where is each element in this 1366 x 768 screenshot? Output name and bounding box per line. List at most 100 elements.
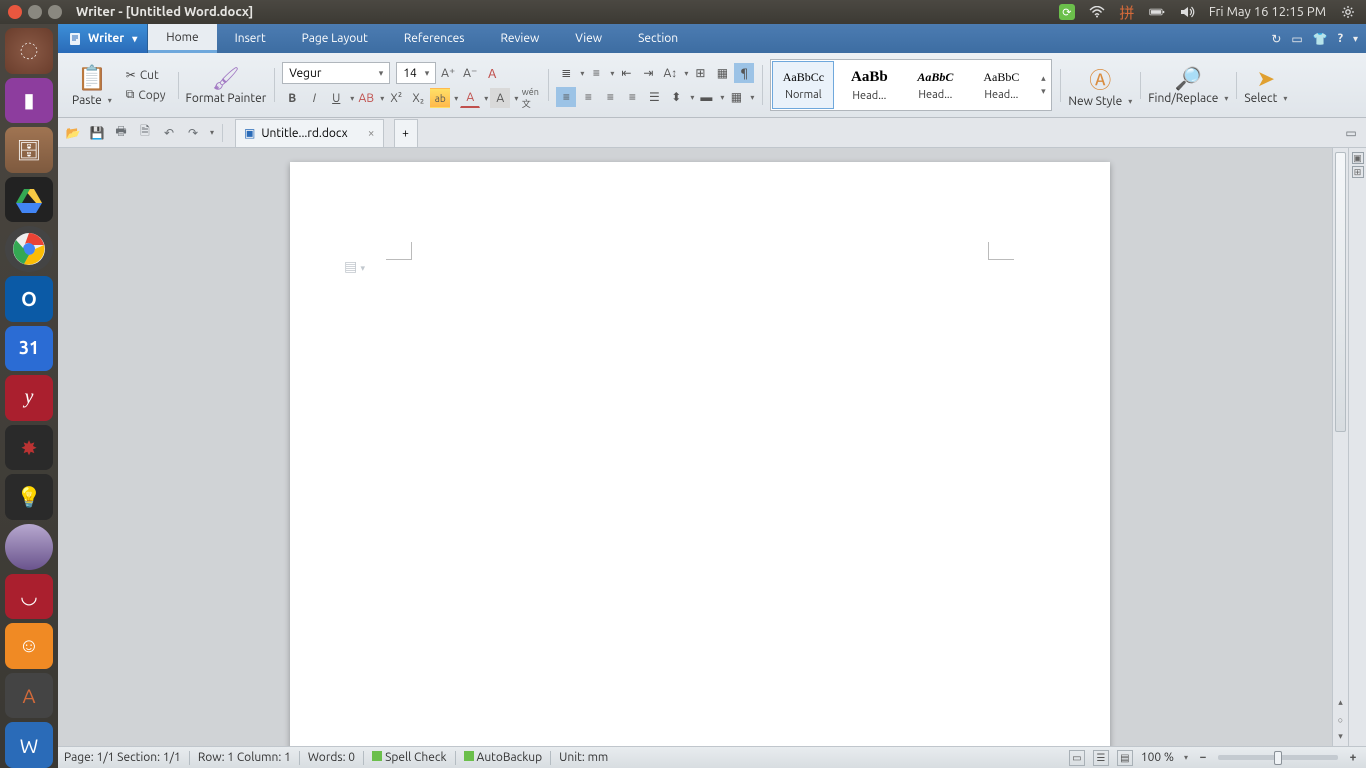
tab-insert[interactable]: Insert [217,24,284,53]
page-header-menu-icon[interactable]: ▤ ▾ [344,258,365,275]
highlight-button[interactable]: A [490,88,510,108]
paragraph-marks-button[interactable]: ¶ [734,63,754,83]
font-size-select[interactable]: 14▾ [396,62,436,84]
font-name-select[interactable]: Vegur▾ [282,62,390,84]
line-spacing-button[interactable]: ⬍ [666,87,686,107]
underline-button[interactable]: U [326,88,346,108]
sidepanel-toggle-2[interactable]: ⊞ [1352,166,1364,178]
launcher-app-purple[interactable]: ▮ [5,78,53,124]
status-words[interactable]: Words: 0 [308,751,355,764]
grow-font-button[interactable]: A⁺ [438,63,458,83]
launcher-updater[interactable]: A [5,673,53,719]
document-page[interactable]: ▤ ▾ [290,162,1110,746]
save-button[interactable]: 💾 [88,124,106,142]
help-button[interactable]: ? [1338,32,1343,45]
style-gallery-expand[interactable]: ▴▾ [1036,61,1050,109]
italic-button[interactable]: I [304,88,324,108]
vertical-scrollbar[interactable]: ▴ ○ ▾ [1332,148,1348,746]
ribbon-collapse-icon[interactable]: ▾ [1353,33,1358,45]
launcher-app-dark[interactable]: ✸ [5,425,53,471]
scrollbar-thumb[interactable] [1335,152,1346,432]
style-heading2[interactable]: AaBbC Head... [904,61,966,109]
document-tab[interactable]: ▣ Untitle...rd.docx × [235,119,384,147]
font-color-button[interactable]: A [460,88,480,108]
decrease-indent-button[interactable]: ⇤ [616,63,636,83]
zoom-in-button[interactable]: + [1346,751,1360,765]
launcher-pocket[interactable]: ◡ [5,574,53,620]
status-autobackup[interactable]: AutoBackup [464,751,543,764]
view-mode-web[interactable]: ▤ [1117,750,1133,766]
align-justify-button[interactable]: ≡ [622,87,642,107]
status-page[interactable]: Page: 1/1 Section: 1/1 [64,751,181,764]
zoom-slider-handle[interactable] [1274,751,1282,765]
view-mode-outline[interactable]: ☰ [1093,750,1109,766]
print-preview-button[interactable]: 🗎 [136,124,154,142]
numbering-button[interactable]: ≡ [586,63,606,83]
launcher-drive[interactable] [5,177,53,223]
launcher-dash[interactable]: ◌ [5,28,53,74]
zoom-level[interactable]: 100 % [1141,751,1174,764]
bold-button[interactable]: B [282,88,302,108]
launcher-files[interactable]: 🗄 [5,127,53,173]
prev-page-button[interactable]: ▴ [1333,694,1348,710]
launcher-lamp[interactable]: 💡 [5,474,53,520]
select-button[interactable]: Select▾ [1244,92,1287,105]
undo-button[interactable]: ↶ [160,124,178,142]
launcher-app-y[interactable]: y [5,375,53,421]
launcher-outlook[interactable]: O [5,276,53,322]
strikethrough-button[interactable]: AB [356,88,376,108]
document-tab-close[interactable]: × [368,127,375,140]
cut-button[interactable]: ✂Cut [122,66,170,84]
volume-icon[interactable] [1179,4,1195,20]
column-guides-button[interactable]: ⊞ [690,63,710,83]
launcher-app-orange[interactable]: ☺ [5,623,53,669]
zoom-slider[interactable] [1218,755,1338,760]
shrink-font-button[interactable]: A⁻ [460,63,480,83]
style-normal[interactable]: AaBbCc Normal [772,61,834,109]
next-page-button[interactable]: ▾ [1333,728,1348,744]
sync-indicator-icon[interactable]: ⟳ [1059,4,1075,20]
status-unit[interactable]: Unit: mm [559,751,608,764]
text-effect-button[interactable]: ab [430,88,450,108]
superscript-button[interactable]: X² [386,88,406,108]
qat-more-icon[interactable]: ▾ [210,128,214,137]
ribbon-refresh-icon[interactable]: ↻ [1271,32,1281,46]
text-direction-button[interactable]: A↕ [660,63,680,83]
input-method-icon[interactable]: 拼 [1119,4,1135,20]
status-spellcheck[interactable]: Spell Check [372,751,446,764]
settings-gear-icon[interactable] [1340,4,1356,20]
tab-review[interactable]: Review [482,24,557,53]
style-heading1[interactable]: AaBb Head... [838,61,900,109]
ribbon-skin-icon[interactable]: 👕 [1313,32,1328,46]
sidepanel-toggle-1[interactable]: ▣ [1352,152,1364,164]
launcher-writer[interactable]: W [5,722,53,768]
window-minimize-button[interactable] [28,5,42,19]
phonetic-guide-button[interactable]: wén文 [520,88,540,108]
new-tab-button[interactable]: + [394,119,418,147]
tab-references[interactable]: References [386,24,483,53]
wifi-icon[interactable] [1089,4,1105,20]
align-left-button[interactable]: ≡ [556,87,576,107]
subscript-button[interactable]: X₂ [408,88,428,108]
launcher-chrome[interactable] [5,226,53,272]
document-canvas[interactable]: ▤ ▾ [58,148,1332,746]
find-replace-button[interactable]: Find/Replace▾ [1148,92,1228,105]
borders-button[interactable]: ▦ [726,87,746,107]
battery-icon[interactable] [1149,4,1165,20]
bullets-button[interactable]: ≣ [556,63,576,83]
align-center-button[interactable]: ≡ [578,87,598,107]
char-shading-button[interactable]: ▦ [712,63,732,83]
redo-button[interactable]: ↷ [184,124,202,142]
new-style-button[interactable]: New Style▾ [1068,95,1132,108]
paste-button[interactable]: Paste▾ [72,94,112,107]
app-menu-button[interactable]: Writer ▾ [58,24,148,53]
tab-page-layout[interactable]: Page Layout [284,24,386,53]
toolbar-right-icon[interactable]: ▭ [1342,124,1360,142]
window-close-button[interactable] [8,5,22,19]
increase-indent-button[interactable]: ⇥ [638,63,658,83]
zoom-out-button[interactable]: − [1196,751,1210,765]
shading-button[interactable]: ▬ [696,87,716,107]
format-painter-button[interactable]: Format Painter [186,92,267,105]
print-button[interactable]: 🖶 [112,124,130,142]
tab-section[interactable]: Section [620,24,696,53]
